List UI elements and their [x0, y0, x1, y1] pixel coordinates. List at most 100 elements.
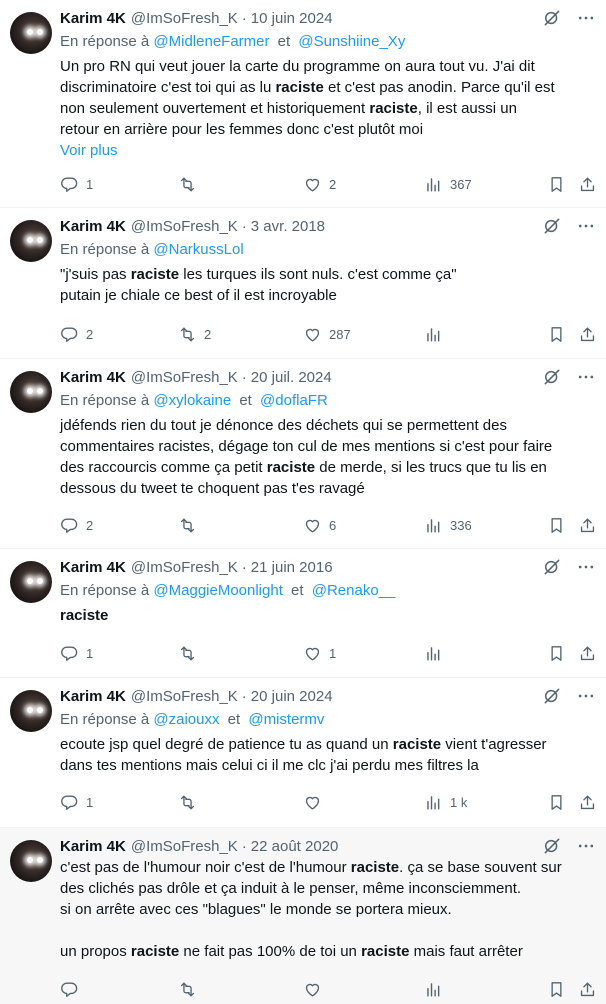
share-button[interactable] [578, 325, 597, 344]
reply-button[interactable]: 1 [60, 793, 93, 812]
heart-icon [305, 647, 320, 661]
tweet-date[interactable]: 10 juin 2024 [251, 10, 333, 27]
author-name[interactable]: Karim 4K [60, 838, 126, 855]
author-handle[interactable]: @ImSoFresh_K [131, 369, 238, 386]
tweet-date[interactable]: 3 avr. 2018 [251, 218, 325, 235]
show-more-link[interactable]: Voir plus [60, 140, 596, 161]
author-handle[interactable]: @ImSoFresh_K [131, 838, 238, 855]
tweet-date[interactable]: 20 juin 2024 [251, 688, 333, 705]
text-segment: dessous du tweet te choquent pas t'es ra… [60, 480, 365, 497]
like-button[interactable]: 6 [303, 516, 336, 535]
grok-icon[interactable] [542, 367, 562, 387]
reply-button[interactable] [60, 980, 79, 999]
bookmark-button[interactable] [547, 325, 566, 344]
like-button[interactable] [303, 980, 322, 999]
mention-link[interactable]: @xylokaine [153, 392, 231, 409]
retweet-button[interactable]: 2 [178, 325, 211, 344]
more-icon[interactable] [576, 367, 596, 387]
mention-link[interactable]: @MaggieMoonlight [153, 582, 282, 599]
tweet-text-line: jdéfends rien du tout je dénonce des déc… [60, 415, 596, 436]
author-name[interactable]: Karim 4K [60, 559, 126, 576]
tweet[interactable]: Karim 4K @ImSoFresh_K · 22 août 2020 c'e… [0, 828, 606, 1004]
mention-link[interactable]: @doflaFR [260, 392, 328, 409]
retweet-button[interactable] [178, 793, 197, 812]
bookmark-button[interactable] [547, 175, 566, 194]
tweet-date[interactable]: 22 août 2020 [251, 838, 339, 855]
author-handle[interactable]: @ImSoFresh_K [131, 559, 238, 576]
more-icon[interactable] [576, 8, 596, 28]
like-button[interactable] [303, 793, 322, 812]
author-handle[interactable]: @ImSoFresh_K [131, 688, 238, 705]
views-button[interactable]: 367 [424, 175, 472, 194]
author-handle[interactable]: @ImSoFresh_K [131, 218, 238, 235]
retweets-count: 2 [204, 326, 212, 342]
retweet-icon [180, 517, 195, 533]
avatar[interactable] [10, 561, 52, 603]
grok-icon[interactable] [542, 836, 562, 856]
reply-icon [61, 981, 78, 997]
avatar[interactable] [10, 840, 52, 882]
tweet[interactable]: Karim 4K @ImSoFresh_K · 20 juil. 2024 En… [0, 359, 606, 549]
grok-icon[interactable] [542, 216, 562, 236]
share-button[interactable] [578, 516, 597, 535]
reply-button[interactable]: 1 [60, 175, 93, 194]
author-name[interactable]: Karim 4K [60, 369, 126, 386]
reply-button[interactable]: 2 [60, 325, 93, 344]
tweet-header: Karim 4K @ImSoFresh_K · 22 août 2020 [60, 836, 596, 856]
tweet[interactable]: Karim 4K @ImSoFresh_K · 3 avr. 2018 En r… [0, 208, 606, 359]
author-name[interactable]: Karim 4K [60, 218, 126, 235]
retweet-button[interactable] [178, 175, 197, 194]
mention-link[interactable]: @zaiouxx [153, 711, 219, 728]
more-icon[interactable] [576, 836, 596, 856]
reply-button[interactable]: 1 [60, 644, 93, 663]
views-button[interactable] [424, 980, 443, 999]
more-icon[interactable] [576, 216, 596, 236]
avatar[interactable] [10, 12, 52, 54]
mention-link[interactable]: @MidleneFarmer [153, 33, 269, 50]
retweet-button[interactable] [178, 644, 197, 663]
bookmark-button[interactable] [547, 793, 566, 812]
highlighted-term: raciste [130, 266, 180, 283]
tweet[interactable]: Karim 4K @ImSoFresh_K · 20 juin 2024 En … [0, 678, 606, 828]
retweet-button[interactable] [178, 516, 197, 535]
avatar[interactable] [10, 690, 52, 732]
more-icon[interactable] [576, 686, 596, 706]
tweet-date[interactable]: 20 juil. 2024 [251, 369, 332, 386]
share-button[interactable] [578, 980, 597, 999]
views-button[interactable]: 1 k [424, 793, 467, 812]
more-icon[interactable] [576, 557, 596, 577]
grok-icon[interactable] [542, 8, 562, 28]
bookmark-button[interactable] [547, 644, 566, 663]
tweet-text-line: dans tes mentions mais celui ci il me cl… [60, 755, 596, 776]
like-button[interactable]: 287 [303, 325, 351, 344]
share-button[interactable] [578, 793, 597, 812]
views-button[interactable] [424, 325, 443, 344]
retweet-button[interactable] [178, 980, 197, 999]
like-button[interactable]: 2 [303, 175, 336, 194]
mention-link[interactable]: @Sunshiine_Xy [298, 33, 405, 50]
mention-link[interactable]: @mistermv [248, 711, 324, 728]
share-button[interactable] [578, 644, 597, 663]
like-button[interactable]: 1 [303, 644, 336, 663]
highlighted-term: raciste [392, 736, 442, 753]
tweet-header: Karim 4K @ImSoFresh_K · 20 juin 2024 [60, 686, 596, 706]
author-name[interactable]: Karim 4K [60, 10, 126, 27]
tweet[interactable]: Karim 4K @ImSoFresh_K · 10 juin 2024 En … [0, 0, 606, 208]
reply-button[interactable]: 2 [60, 516, 93, 535]
share-button[interactable] [578, 175, 597, 194]
mention-link[interactable]: @NarkussLol [153, 241, 243, 258]
grok-icon[interactable] [542, 686, 562, 706]
mention-link[interactable]: @Renako__ [312, 582, 396, 599]
tweet[interactable]: Karim 4K @ImSoFresh_K · 21 juin 2016 En … [0, 549, 606, 678]
author-handle[interactable]: @ImSoFresh_K [131, 10, 238, 27]
bookmark-button[interactable] [547, 980, 566, 999]
grok-icon[interactable] [542, 557, 562, 577]
views-button[interactable]: 336 [424, 516, 472, 535]
share-icon [580, 645, 595, 660]
avatar[interactable] [10, 220, 52, 262]
bookmark-button[interactable] [547, 516, 566, 535]
avatar[interactable] [10, 371, 52, 413]
tweet-date[interactable]: 21 juin 2016 [251, 559, 333, 576]
views-button[interactable] [424, 644, 443, 663]
author-name[interactable]: Karim 4K [60, 688, 126, 705]
